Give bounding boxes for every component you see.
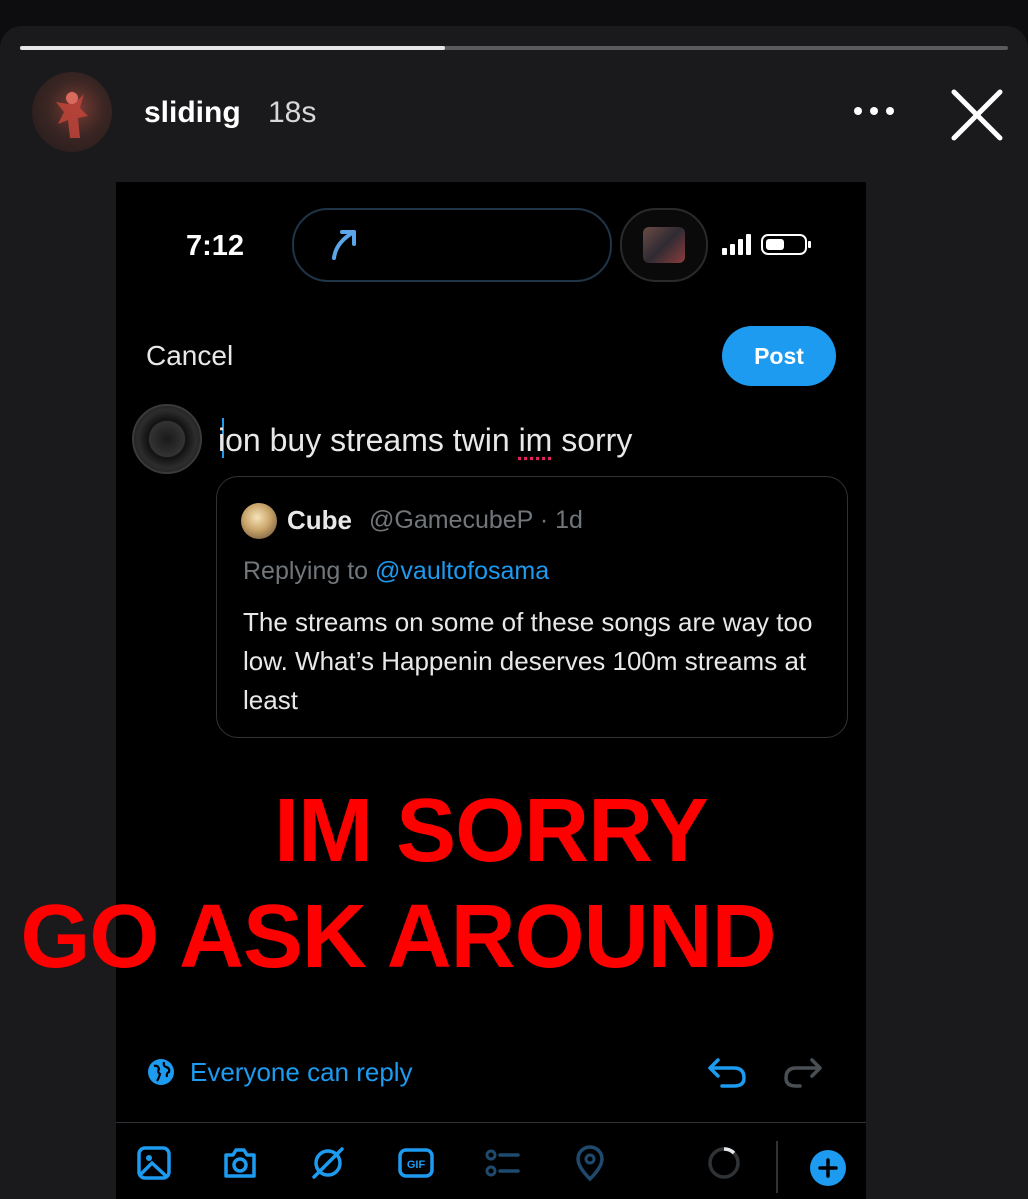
story-viewer: sliding 18s 7:12 Cancel Post ion buy str…	[0, 26, 1028, 1199]
camera-button[interactable]	[220, 1143, 260, 1183]
compose-text-part: sorry	[552, 422, 633, 458]
compose-text-part: ion buy streams twin	[218, 422, 519, 458]
redo-button[interactable]	[780, 1050, 824, 1094]
signal-icon	[722, 234, 751, 255]
more-icon	[854, 107, 894, 115]
image-icon	[137, 1146, 171, 1180]
battery-icon	[761, 234, 811, 255]
post-button[interactable]: Post	[722, 326, 836, 386]
quoted-tweet-card[interactable]: Cube @GamecubeP · 1d Replying to @vaulto…	[216, 476, 848, 738]
replying-prefix: Replying to	[243, 557, 376, 585]
poll-icon	[485, 1149, 520, 1177]
story-progress-bar	[20, 46, 1008, 50]
undo-button[interactable]	[706, 1050, 750, 1094]
status-bar-icons	[722, 232, 818, 256]
story-username[interactable]: sliding	[144, 96, 241, 130]
dynamic-island-media	[620, 208, 708, 282]
story-avatar[interactable]	[32, 72, 112, 152]
quoted-author-avatar	[241, 503, 277, 539]
story-timestamp: 18s	[268, 96, 317, 129]
close-button[interactable]	[946, 84, 1008, 146]
compose-toolbar: GIF	[116, 1123, 866, 1199]
grok-icon	[312, 1147, 344, 1179]
toolbar-separator	[776, 1141, 778, 1193]
globe-icon	[148, 1059, 174, 1085]
replying-to-link[interactable]: @vaultofosama	[375, 557, 549, 585]
status-bar-clock: 7:12	[186, 230, 245, 262]
media-thumbnail	[643, 227, 685, 263]
undo-icon	[708, 1058, 746, 1088]
misspelled-word: im	[518, 422, 553, 458]
add-post-button[interactable]	[810, 1150, 846, 1186]
compose-text-field[interactable]: ion buy streams twin im sorry	[218, 422, 632, 459]
reply-permission-label: Everyone can reply	[190, 1056, 413, 1087]
svg-text:GIF: GIF	[407, 1159, 426, 1171]
camera-icon	[224, 1148, 256, 1178]
story-progress-fill	[20, 46, 445, 50]
add-image-button[interactable]	[134, 1143, 174, 1183]
more-options-button[interactable]	[850, 96, 898, 126]
character-count-icon	[708, 1147, 740, 1179]
character-counter	[704, 1143, 744, 1183]
shared-screenshot: 7:12 Cancel Post ion buy streams twin im…	[116, 182, 866, 1199]
cancel-button[interactable]: Cancel	[146, 340, 233, 372]
location-icon	[576, 1145, 604, 1182]
add-post-icon	[818, 1158, 838, 1178]
grok-button[interactable]	[308, 1143, 348, 1183]
arrow-up-right-icon	[332, 230, 356, 260]
story-text-overlay-line1: IM SORRY	[274, 781, 709, 881]
reply-permission-button[interactable]: Everyone can reply	[146, 1054, 413, 1090]
gif-icon: GIF	[398, 1148, 434, 1178]
quoted-author-handle: @GamecubeP · 1d	[369, 506, 583, 534]
quoted-author-name: Cube	[287, 505, 352, 535]
replying-to-line: Replying to @vaultofosama	[243, 557, 549, 586]
redo-icon	[784, 1058, 822, 1088]
gif-button[interactable]: GIF	[396, 1143, 436, 1183]
story-text-overlay-line2: GO ASK AROUND	[20, 887, 776, 987]
location-button[interactable]	[570, 1143, 610, 1183]
composer-avatar	[132, 404, 202, 474]
poll-button[interactable]	[482, 1143, 522, 1183]
close-icon	[951, 89, 1003, 141]
quoted-tweet-body: The streams on some of these songs are w…	[243, 607, 813, 715]
dynamic-island	[292, 208, 612, 282]
